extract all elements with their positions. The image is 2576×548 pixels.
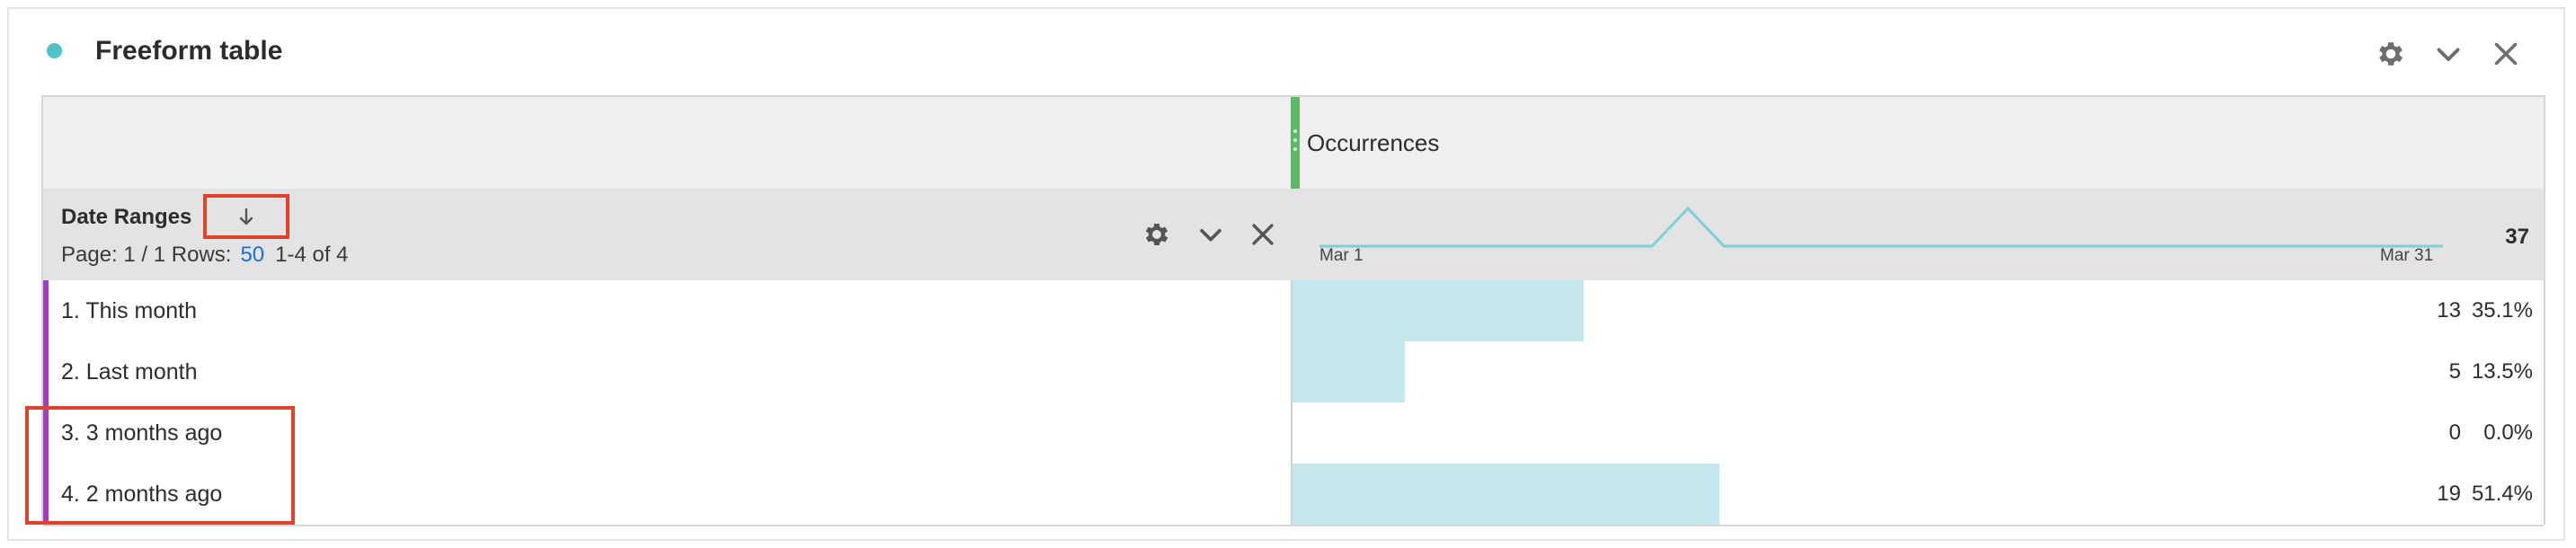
- row-label[interactable]: 4. 2 months ago: [61, 482, 222, 508]
- pager-prefix: Page: 1 / 1 Rows:: [61, 243, 232, 267]
- row-percent: 0.0%: [2483, 420, 2533, 445]
- close-icon[interactable]: [1248, 219, 1278, 250]
- column-divider: [1291, 341, 1292, 402]
- sparkline-end-label: Mar 31: [2380, 246, 2434, 265]
- row-count: 5: [2448, 359, 2461, 384]
- row-accent: [43, 341, 49, 402]
- row-count: 0: [2448, 420, 2461, 445]
- row-value-bar: [1292, 464, 1719, 525]
- metric-header-row: Occurrences: [43, 97, 2544, 190]
- rows-per-page-link[interactable]: 50: [240, 243, 264, 267]
- trend-sparkline: [1319, 206, 2443, 248]
- freeform-table-panel: Freeform table Occurrences Date Ranges P…: [7, 7, 2565, 541]
- row-label[interactable]: 2. Last month: [61, 359, 197, 385]
- gear-icon[interactable]: [2375, 38, 2407, 70]
- dimension-header-row: Date Ranges Page: 1 / 1 Rows: 50 1-4 of 4: [43, 189, 2544, 282]
- metric-total: 37: [2505, 225, 2529, 249]
- pager-range: 1-4 of 4: [275, 243, 349, 267]
- row-count: 13: [2437, 298, 2461, 323]
- row-count: 19: [2437, 482, 2461, 506]
- gear-icon[interactable]: [1141, 219, 1172, 250]
- sparkline-start-label: Mar 1: [1319, 246, 1364, 265]
- table-row[interactable]: 2. Last month 5 13.5%: [43, 341, 2544, 404]
- row-accent: [43, 280, 49, 341]
- table-row[interactable]: 3. 3 months ago 0 0.0%: [43, 402, 2544, 465]
- column-divider: [1291, 402, 1292, 464]
- chevron-down-icon[interactable]: [1195, 219, 1226, 250]
- close-icon[interactable]: [2490, 38, 2522, 70]
- metric-drag-handle[interactable]: [1291, 97, 1300, 189]
- chevron-down-icon[interactable]: [2432, 38, 2465, 70]
- row-percent: 51.4%: [2471, 482, 2533, 506]
- sparkline-path: [1319, 206, 2443, 248]
- table-row[interactable]: 1. This month 13 35.1%: [43, 280, 2544, 343]
- panel-header: Freeform table: [9, 9, 2563, 95]
- row-accent: [43, 402, 49, 464]
- column-divider: [1291, 280, 1292, 341]
- row-label[interactable]: 3. 3 months ago: [61, 420, 222, 446]
- sort-highlight-box: [203, 194, 289, 239]
- dimension-title: Date Ranges: [61, 205, 192, 229]
- row-accent: [43, 464, 49, 525]
- freeform-table: Occurrences Date Ranges Page: 1 / 1 Rows…: [41, 95, 2545, 526]
- arrow-down-icon[interactable]: [237, 207, 255, 228]
- row-percent: 35.1%: [2471, 298, 2533, 323]
- column-divider: [1291, 464, 1292, 525]
- table-row[interactable]: 4. 2 months ago 19 51.4%: [43, 464, 2544, 526]
- panel-status-dot: [47, 43, 62, 58]
- metric-column-header[interactable]: Occurrences: [1307, 129, 1439, 157]
- row-value-bar: [1292, 341, 1405, 402]
- row-label[interactable]: 1. This month: [61, 298, 197, 324]
- panel-title: Freeform table: [95, 36, 283, 66]
- row-percent: 13.5%: [2471, 359, 2533, 384]
- row-value-bar: [1292, 280, 1584, 341]
- pagination-info: Page: 1 / 1 Rows: 50 1-4 of 4: [61, 243, 349, 268]
